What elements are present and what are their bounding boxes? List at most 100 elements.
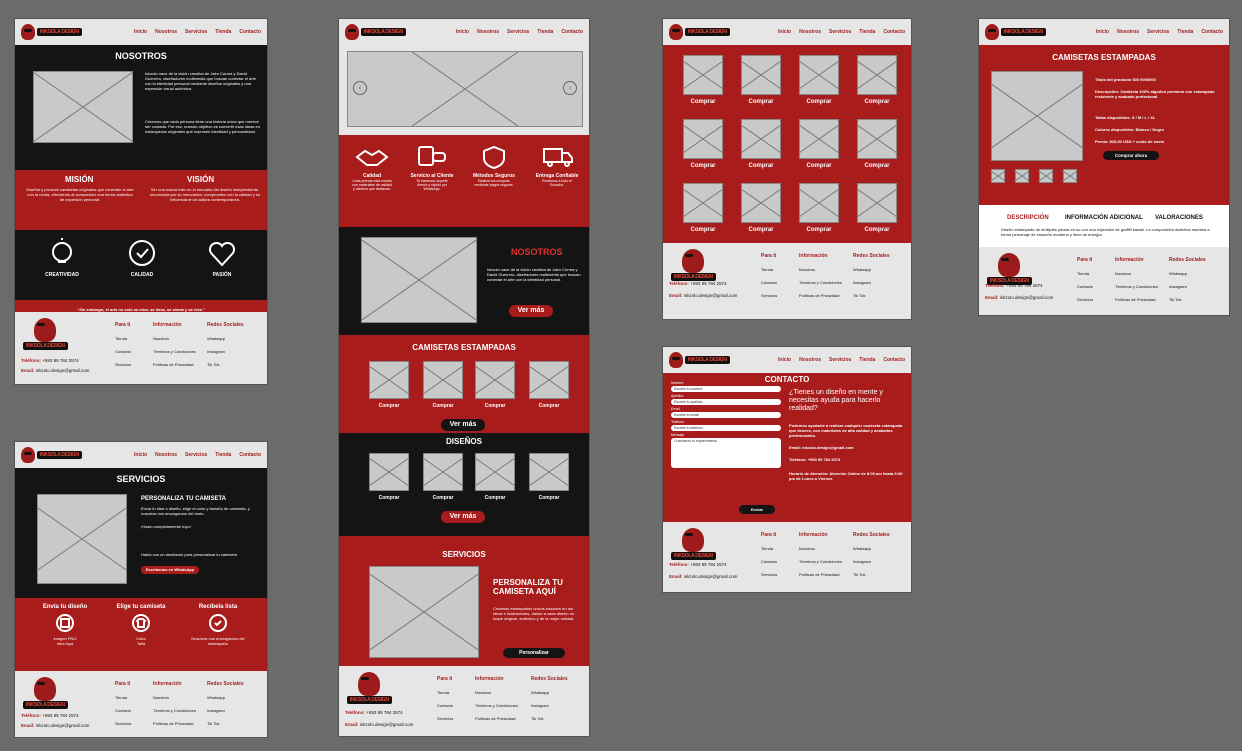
comprar-link[interactable]: Comprar [433,403,454,409]
product-thumbnail[interactable] [1015,169,1029,183]
footer-link[interactable]: Instagram [853,559,890,564]
product-placeholder[interactable] [741,183,781,223]
footer-link[interactable]: Nosotros [799,546,842,551]
footer-link[interactable]: Tienda [115,695,131,700]
footer-link[interactable]: Contacto [115,708,131,713]
footer-link[interactable]: Contacto [761,559,777,564]
comprar-link[interactable]: Comprar [864,163,889,169]
footer-link[interactable]: Nosotros [153,695,196,700]
footer-link[interactable]: Contacto [761,280,777,285]
logo[interactable]: INKSOLA DESIGN [345,24,406,40]
footer-link[interactable]: Servicios [1077,297,1093,302]
product-card[interactable]: Comprar [799,55,839,105]
nav-inicio[interactable]: Inicio [134,452,147,458]
nombre-input[interactable]: Escribe tu nombre [671,386,781,392]
footer-link[interactable]: Políticas de Privacidad [153,721,196,726]
footer-link[interactable]: Términos y Condiciones [153,349,196,354]
footer-link[interactable]: Tienda [1077,271,1093,276]
product-placeholder[interactable] [683,183,723,223]
nav-servicios[interactable]: Servicios [829,29,851,35]
nav-servicios[interactable]: Servicios [185,452,207,458]
nav-nosotros[interactable]: Nosotros [799,357,821,363]
footer-link[interactable]: Tik Tok [207,721,244,726]
logo[interactable]: INKSOLA DESIGN [669,352,730,368]
nav-inicio[interactable]: Inicio [134,29,147,35]
comprar-link[interactable]: Comprar [864,227,889,233]
footer-link[interactable]: Contacto [115,349,131,354]
ver-mas-button[interactable]: Ver más [509,305,553,317]
logo[interactable]: INKSOLA DESIGN [21,447,82,463]
nav-contacto[interactable]: Contacto [1201,29,1223,35]
product-card[interactable]: Comprar [799,183,839,233]
nav-inicio[interactable]: Inicio [456,29,469,35]
email-input[interactable]: Escribe tu email [671,412,781,418]
comprar-link[interactable]: Comprar [690,227,715,233]
nav-servicios[interactable]: Servicios [829,357,851,363]
footer-link[interactable]: Instagram [853,280,890,285]
logo[interactable]: INKSOLA DESIGN [669,24,730,40]
product-card[interactable]: Comprar [857,183,897,233]
nav-contacto[interactable]: Contacto [561,29,583,35]
footer-link[interactable]: Nosotros [475,690,518,695]
nav-nosotros[interactable]: Nosotros [155,29,177,35]
footer-link[interactable]: Servicios [761,293,777,298]
footer-link[interactable]: Whatsapp [531,690,568,695]
footer-link[interactable]: Servicios [115,362,131,367]
footer-link[interactable]: Políticas de Privacidad [799,572,842,577]
logo[interactable]: INKSOLA DESIGN [21,24,82,40]
product-thumbnail[interactable] [991,169,1005,183]
comprar-link[interactable]: Comprar [806,99,831,105]
footer-link[interactable]: Whatsapp [1169,271,1206,276]
apellido-input[interactable]: Escribe tu apellido [671,399,781,405]
product-thumbnail[interactable] [1039,169,1053,183]
nav-contacto[interactable]: Contacto [883,357,905,363]
footer-link[interactable]: Tienda [761,546,777,551]
footer-link[interactable]: Servicios [761,572,777,577]
nav-tienda[interactable]: Tienda [215,452,231,458]
nav-nosotros[interactable]: Nosotros [799,29,821,35]
footer-link[interactable]: Whatsapp [207,695,244,700]
footer-link[interactable]: Políticas de Privacidad [1115,297,1158,302]
footer-link[interactable]: Nosotros [1115,271,1158,276]
comprar-link[interactable]: Comprar [539,495,560,501]
comprar-link[interactable]: Comprar [748,227,773,233]
footer-link[interactable]: Whatsapp [853,267,890,272]
product-card[interactable]: Comprar [741,55,781,105]
comprar-link[interactable]: Comprar [864,99,889,105]
product-card[interactable]: Comprar [683,183,723,233]
product-placeholder[interactable] [423,361,463,399]
mensaje-textarea[interactable]: Cuéntanos tu requerimiento [671,438,781,468]
design-placeholder[interactable] [423,453,463,491]
footer-link[interactable]: Términos y Condiciones [475,703,518,708]
comprar-link[interactable]: Comprar [806,163,831,169]
design-placeholder[interactable] [369,453,409,491]
comprar-link[interactable]: Comprar [379,403,400,409]
footer-link[interactable]: Instagram [207,349,244,354]
nav-inicio[interactable]: Inicio [778,29,791,35]
product-card[interactable]: Comprar [683,119,723,169]
nav-tienda[interactable]: Tienda [537,29,553,35]
nav-contacto[interactable]: Contacto [883,29,905,35]
tab-info-adicional[interactable]: INFORMACIÓN ADICIONAL [1065,215,1143,221]
nav-tienda[interactable]: Tienda [215,29,231,35]
product-card[interactable]: Comprar [741,119,781,169]
comprar-link[interactable]: Comprar [485,403,506,409]
comprar-link[interactable]: Comprar [690,163,715,169]
enviar-button[interactable]: Enviar [739,505,775,514]
product-placeholder[interactable] [799,183,839,223]
footer-link[interactable]: Tik Tok [853,572,890,577]
footer-link[interactable]: Políticas de Privacidad [153,362,196,367]
footer-link[interactable]: Términos y Condiciones [1115,284,1158,289]
nav-servicios[interactable]: Servicios [507,29,529,35]
product-card[interactable]: Comprar [857,55,897,105]
product-placeholder[interactable] [741,55,781,95]
footer-link[interactable]: Whatsapp [853,546,890,551]
nav-tienda[interactable]: Tienda [1177,29,1193,35]
product-placeholder[interactable] [369,361,409,399]
whatsapp-button[interactable]: Escríbenos en WhatsApp [141,566,199,574]
comprar-link[interactable]: Comprar [748,163,773,169]
footer-link[interactable]: Tienda [761,267,777,272]
ver-mas-button[interactable]: Ver más [441,511,485,523]
telefono-input[interactable]: Escribe tu teléfono [671,425,781,431]
footer-link[interactable]: Servicios [115,721,131,726]
